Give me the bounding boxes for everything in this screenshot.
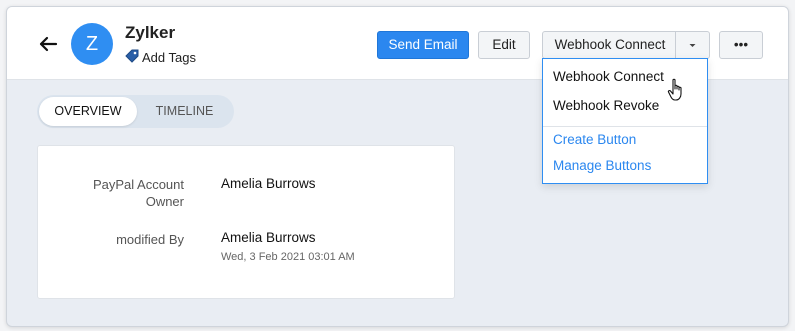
webhook-dropdown-menu: Webhook Connect Webhook Revoke Create Bu… <box>542 58 708 184</box>
view-tabs: OVERVIEW TIMELINE <box>37 95 234 128</box>
details-card: PayPal Account Owner Amelia Burrows modi… <box>37 145 455 299</box>
webhook-connect-split-button[interactable]: Webhook Connect <box>542 31 710 59</box>
record-name: Zylker <box>125 23 176 42</box>
record-window: Z Zylker Add Tags Send Email Edit Webhoo… <box>6 6 789 327</box>
field-label-modified-by: modified By <box>116 232 184 247</box>
modified-timestamp: Wed, 3 Feb 2021 03:01 AM <box>221 251 355 263</box>
field-value-modified-by: Amelia Burrows <box>221 230 316 245</box>
hand-pointer-icon <box>667 78 687 102</box>
back-arrow-icon[interactable] <box>37 33 59 55</box>
menu-item-webhook-connect[interactable]: Webhook Connect <box>553 69 664 84</box>
tab-overview[interactable]: OVERVIEW <box>39 97 137 126</box>
tab-timeline[interactable]: TIMELINE <box>137 97 232 126</box>
menu-divider <box>543 126 707 127</box>
add-tags-link[interactable]: Add Tags <box>125 49 196 66</box>
avatar: Z <box>71 23 113 65</box>
send-email-button[interactable]: Send Email <box>377 31 469 59</box>
more-options-button[interactable]: ••• <box>719 31 763 59</box>
tag-icon <box>125 49 139 66</box>
field-label-paypal-owner: PayPal Account Owner <box>68 176 184 210</box>
menu-item-webhook-revoke[interactable]: Webhook Revoke <box>553 98 659 113</box>
menu-link-manage-buttons[interactable]: Manage Buttons <box>553 158 651 173</box>
edit-button[interactable]: Edit <box>478 31 530 59</box>
field-label-line: Owner <box>145 194 184 209</box>
field-label-line: PayPal Account <box>92 177 184 192</box>
chevron-down-icon[interactable] <box>675 32 709 58</box>
add-tags-label: Add Tags <box>142 50 196 65</box>
field-value-paypal-owner: Amelia Burrows <box>221 176 316 191</box>
webhook-connect-label[interactable]: Webhook Connect <box>543 32 677 58</box>
menu-link-create-button[interactable]: Create Button <box>553 132 636 147</box>
